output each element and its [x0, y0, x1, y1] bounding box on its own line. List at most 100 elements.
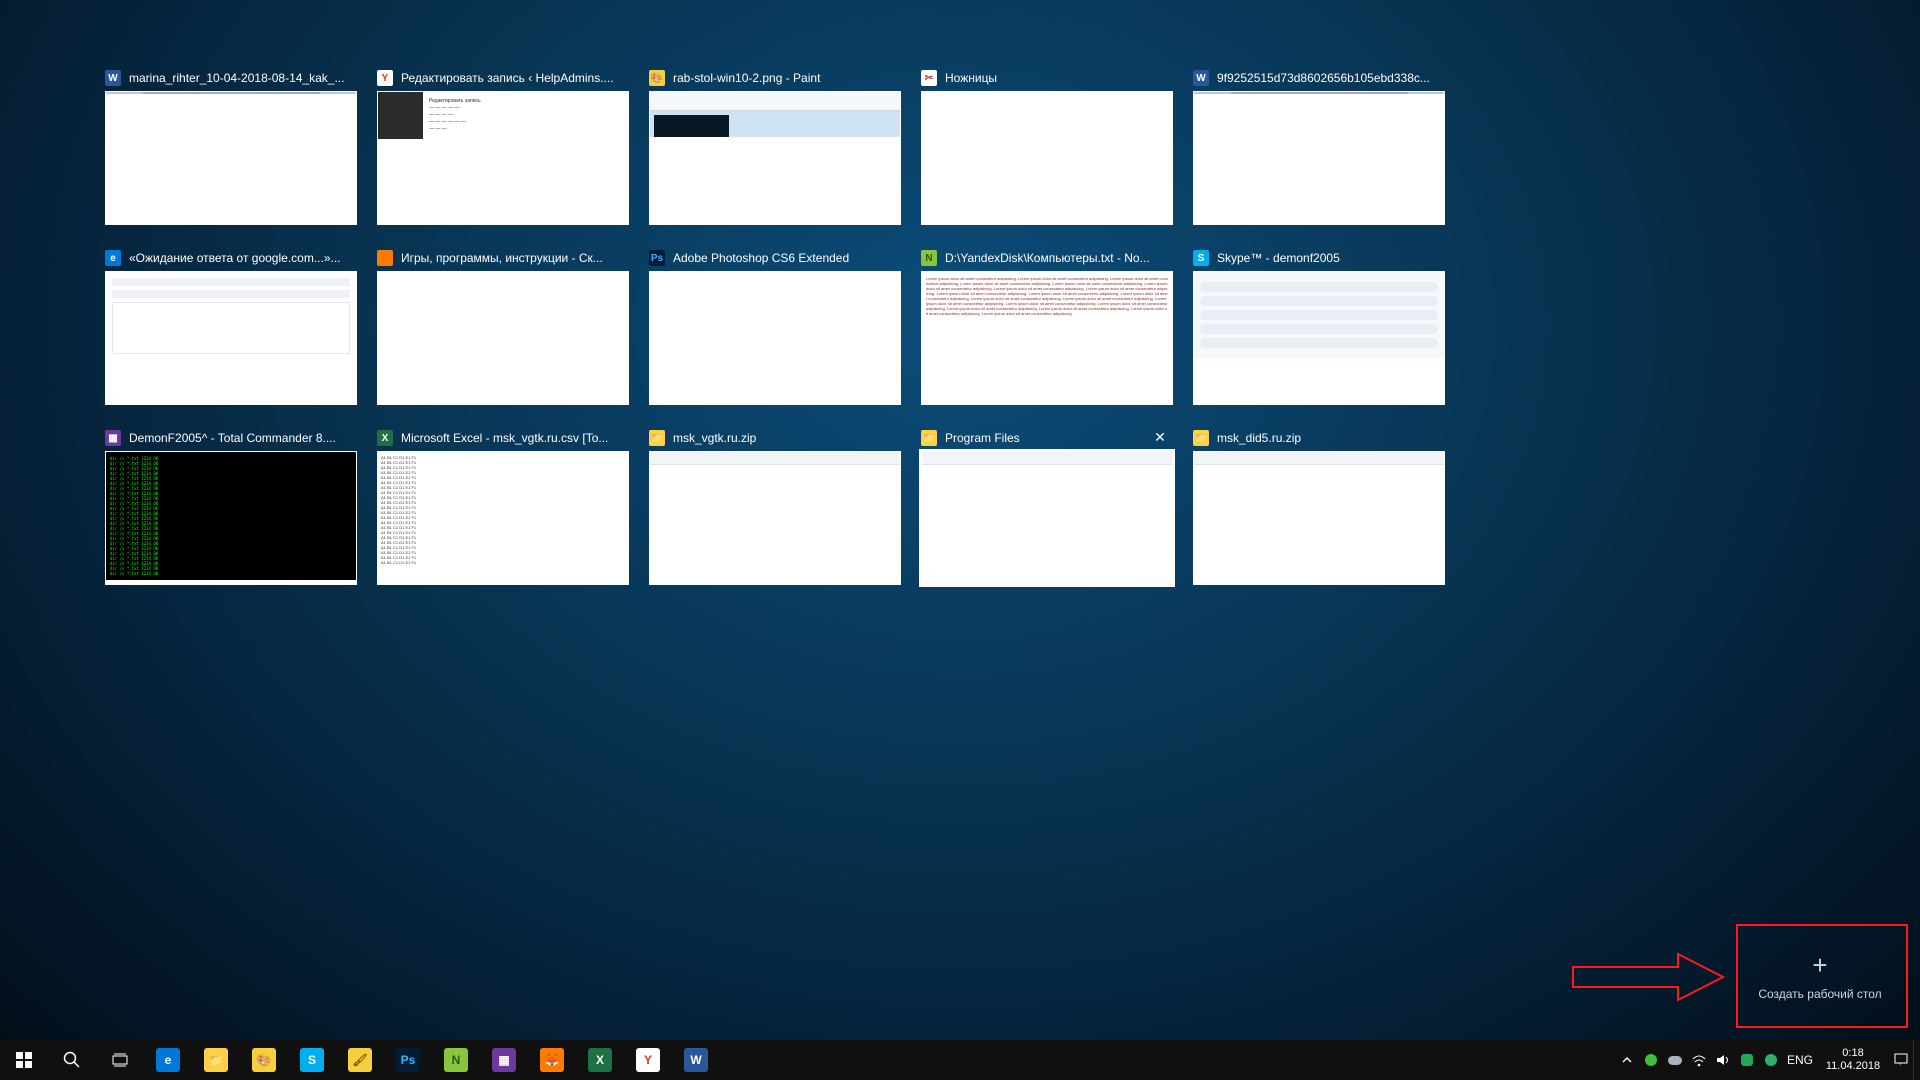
tray-volume-icon[interactable]	[1711, 1040, 1735, 1080]
window-titlebar: 🎨 rab-stol-win10-2.png - Paint	[649, 65, 901, 91]
window-titlebar: Wmarina_rihter_10-04-2018-08-14_kak_...	[105, 65, 357, 91]
window-titlebar: 📁 msk_did5.ru.zip	[1193, 425, 1445, 451]
taskbar-app-photoshop[interactable]: Ps	[384, 1040, 432, 1080]
window-titlebar: 📁msk_vgtk.ru.zip	[649, 425, 901, 451]
window-preview	[105, 91, 357, 225]
notification-icon	[1893, 1052, 1909, 1068]
search-button[interactable]	[48, 1040, 96, 1080]
start-button[interactable]	[0, 1040, 48, 1080]
search-icon	[63, 1051, 81, 1069]
taskbar-app-excel[interactable]: X	[576, 1040, 624, 1080]
window-title: «Ожидание ответа от google.com...»...	[129, 251, 357, 265]
window-title: DemonF2005^ - Total Commander 8....	[129, 431, 357, 445]
taskbar-app-paint[interactable]: 🎨	[240, 1040, 288, 1080]
folder-icon: 📁	[649, 430, 665, 446]
window-titlebar: ND:\YandexDisk\Компьютеры.txt - No...	[921, 245, 1173, 271]
window-title: Ножницы	[945, 71, 1173, 85]
clock[interactable]: 0:18 11.04.2018	[1817, 1047, 1889, 1073]
system-tray: ENG 0:18 11.04.2018	[1615, 1040, 1920, 1080]
window-preview	[649, 91, 901, 225]
window-preview: Lorem ipsum dolor sit amet consectetur a…	[921, 271, 1173, 405]
window-titlebar: 📁 Program Files✕	[921, 425, 1173, 451]
new-desktop-button[interactable]: + Создать рабочий стол	[1740, 930, 1900, 1020]
taskbar-app-firefox[interactable]: 🦊	[528, 1040, 576, 1080]
window-preview: Редактировать запись— — — — —— — — —— — …	[377, 91, 629, 225]
window-thumbnail[interactable]: 📁msk_vgtk.ru.zip	[649, 425, 901, 585]
window-thumbnail[interactable]: W 9f9252515d73d8602656b105ebd338c...	[1193, 65, 1445, 225]
window-thumbnail[interactable]: Wmarina_rihter_10-04-2018-08-14_kak_...	[105, 65, 357, 225]
word-icon: W	[684, 1048, 708, 1072]
tray-app-icon-1[interactable]	[1639, 1040, 1663, 1080]
window-thumbnail[interactable]: ND:\YandexDisk\Компьютеры.txt - No...Lor…	[921, 245, 1173, 405]
window-title: 9f9252515d73d8602656b105ebd338c...	[1217, 71, 1445, 85]
window-titlebar: W 9f9252515d73d8602656b105ebd338c...	[1193, 65, 1445, 91]
window-thumbnail[interactable]: PsAdobe Photoshop CS6 Extended	[649, 245, 901, 405]
window-thumbnail[interactable]: 🎨 rab-stol-win10-2.png - Paint	[649, 65, 901, 225]
window-thumbnail[interactable]: Игры, программы, инструкции - Ск...	[377, 245, 629, 405]
folder-icon: 📁	[921, 430, 937, 446]
edge-icon: e	[105, 250, 121, 266]
window-preview: dir /s *.txt 1234 OKdir /s *.txt 1234 OK…	[105, 451, 357, 585]
window-title: rab-stol-win10-2.png - Paint	[673, 71, 901, 85]
window-preview	[1193, 91, 1445, 225]
window-title: Program Files	[945, 431, 1173, 445]
taskbar-app-explorer[interactable]: 📁	[192, 1040, 240, 1080]
language-indicator[interactable]: ENG	[1783, 1053, 1817, 1067]
tray-app-icon-3[interactable]	[1759, 1040, 1783, 1080]
window-thumbnail[interactable]: ▦DemonF2005^ - Total Commander 8....dir …	[105, 425, 357, 585]
window-title: Skype™ - demonf2005	[1217, 251, 1445, 265]
photoshop-icon: Ps	[396, 1048, 420, 1072]
word-icon: W	[1193, 70, 1209, 86]
window-title: Игры, программы, инструкции - Ск...	[401, 251, 629, 265]
close-icon[interactable]: ✕	[1151, 428, 1169, 446]
window-title: Adobe Photoshop CS6 Extended	[673, 251, 901, 265]
yandex-icon: Y	[636, 1048, 660, 1072]
task-view-button[interactable]	[96, 1040, 144, 1080]
folder-icon: 📁	[1193, 430, 1209, 446]
window-thumbnail[interactable]: e «Ожидание ответа от google.com...»...	[105, 245, 357, 405]
task-view-icon	[110, 1052, 130, 1068]
taskbar-app-paint2[interactable]: 🖌	[336, 1040, 384, 1080]
tray-wifi-icon[interactable]	[1687, 1040, 1711, 1080]
plus-icon: +	[1812, 950, 1827, 981]
window-thumbnail[interactable]: 📁 Program Files✕	[921, 425, 1173, 585]
window-thumbnail[interactable]: XMicrosoft Excel - msk_vgtk.ru.csv [To..…	[377, 425, 629, 585]
paint2-icon: 🖌	[348, 1048, 372, 1072]
window-titlebar: ✂Ножницы	[921, 65, 1173, 91]
window-thumbnail[interactable]: Y Редактировать запись ‹ HelpAdmins.... Ре…	[377, 65, 629, 225]
window-preview: A1 B1 C1 D1 E1 F1A1 B1 C1 D1 E1 F1A1 B1 …	[377, 451, 629, 585]
window-title: Microsoft Excel - msk_vgtk.ru.csv [To...	[401, 431, 629, 445]
taskbar-app-totalcmd[interactable]: ▦	[480, 1040, 528, 1080]
tray-onedrive-icon[interactable]	[1663, 1040, 1687, 1080]
taskbar-app-edge[interactable]: e	[144, 1040, 192, 1080]
window-titlebar: Y Редактировать запись ‹ HelpAdmins....	[377, 65, 629, 91]
window-thumbnail[interactable]: SSkype™ - demonf2005	[1193, 245, 1445, 405]
window-preview	[649, 271, 901, 405]
window-preview	[649, 451, 901, 585]
window-preview	[105, 271, 357, 405]
window-thumbnail[interactable]: ✂Ножницы	[921, 65, 1173, 225]
window-thumbnail[interactable]: 📁 msk_did5.ru.zip	[1193, 425, 1445, 585]
window-preview	[1193, 451, 1445, 585]
show-desktop-button[interactable]	[1913, 1040, 1920, 1080]
yandex-icon: Y	[377, 70, 393, 86]
paint-icon: 🎨	[649, 70, 665, 86]
taskbar-app-yandex[interactable]: Y	[624, 1040, 672, 1080]
explorer-icon: 📁	[204, 1048, 228, 1072]
taskbar: e 📁 🎨 S 🖌 Ps N ▦ 🦊 XYW ENG 0:18 11.04.2018	[0, 1040, 1920, 1080]
paint-icon: 🎨	[252, 1048, 276, 1072]
tray-app-icon-2[interactable]	[1735, 1040, 1759, 1080]
taskbar-app-skype[interactable]: S	[288, 1040, 336, 1080]
window-title: Редактировать запись ‹ HelpAdmins....	[401, 71, 629, 85]
tray-chevron-up-icon[interactable]	[1615, 1040, 1639, 1080]
taskbar-app-notepadpp[interactable]: N	[432, 1040, 480, 1080]
window-title: msk_did5.ru.zip	[1217, 431, 1445, 445]
action-center-button[interactable]	[1889, 1040, 1913, 1080]
excel-icon: X	[588, 1048, 612, 1072]
notepadpp-icon: N	[444, 1048, 468, 1072]
firefox-icon	[377, 250, 393, 266]
windows-icon	[16, 1052, 32, 1068]
totalcmd-icon: ▦	[492, 1048, 516, 1072]
task-view: Wmarina_rihter_10-04-2018-08-14_kak_... Y…	[105, 65, 1815, 605]
taskbar-app-word[interactable]: W	[672, 1040, 720, 1080]
